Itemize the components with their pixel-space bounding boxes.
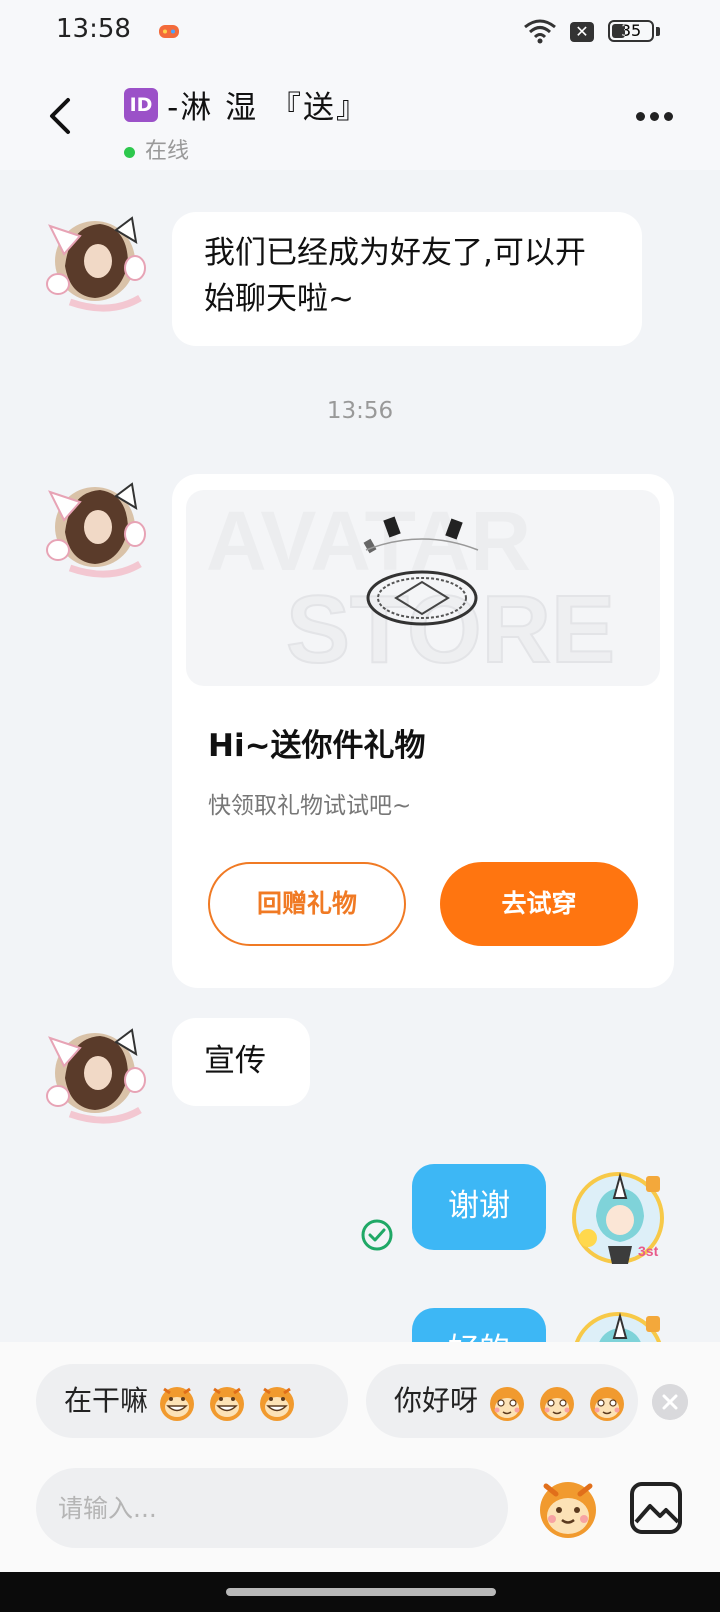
quick-reply-text: 你好呀 [394, 1384, 479, 1417]
message-bubble-sent[interactable]: 谢谢 [412, 1164, 546, 1250]
message-row-partial: 好的 [0, 1290, 720, 1342]
read-check-icon [361, 1219, 393, 1251]
shy-emoji-icon [539, 1386, 575, 1422]
image-icon[interactable] [628, 1480, 684, 1536]
grin-emoji-icon [258, 1385, 296, 1423]
message-bubble-sent[interactable]: 好的 [412, 1308, 546, 1342]
wifi-icon [524, 19, 556, 44]
message-bubble-received[interactable]: 我们已经成为好友了,可以开始聊天啦~ [172, 212, 642, 346]
shy-emoji-icon [589, 1386, 625, 1422]
battery-cap [656, 27, 660, 36]
message-input[interactable] [36, 1468, 508, 1548]
return-gift-button[interactable]: 回赠礼物 [208, 862, 406, 946]
my-avatar[interactable] [568, 1306, 672, 1342]
more-dots-icon[interactable] [636, 106, 682, 126]
composer-panel: 在干嘛 你好呀 [0, 1342, 720, 1572]
quick-reply-chip[interactable]: 在干嘛 [36, 1364, 348, 1438]
message-text: 谢谢 [448, 1188, 510, 1224]
status-bar: 13:58 ✕ 35 [0, 0, 720, 66]
home-indicator[interactable] [226, 1588, 496, 1596]
status-time: 13:58 [56, 14, 131, 44]
online-status: 在线 [124, 133, 369, 165]
chat-header: ID -淋 湿 『送』 在线 [0, 66, 720, 170]
contact-avatar[interactable] [40, 472, 150, 582]
message-text: 宣传 [204, 1043, 266, 1079]
gift-title: Hi~送你件礼物 [208, 728, 426, 764]
contact-avatar[interactable] [40, 1018, 150, 1128]
battery-icon: 35 [608, 20, 654, 42]
id-badge: ID [124, 87, 158, 122]
grin-emoji-icon [208, 1385, 246, 1423]
online-dot-icon [124, 146, 135, 158]
message-text: 好的 [448, 1332, 510, 1342]
gift-card[interactable]: AVATAR STORE Hi~送你件礼物 快领取礼物试试吧~ 回赠礼物 去试穿 [172, 474, 674, 988]
message-timestamp: 13:56 [326, 398, 394, 424]
chat-title: -淋 湿 『送』 [167, 90, 369, 126]
avatar-store-artwork: AVATAR STORE [206, 494, 616, 684]
shy-emoji-icon [489, 1386, 525, 1422]
quick-reply-chip[interactable]: 你好呀 [366, 1364, 638, 1438]
message-bubble-received[interactable]: 宣传 [172, 1018, 310, 1106]
no-sim-icon: ✕ [570, 22, 594, 42]
chat-title-block: ID -淋 湿 『送』 在线 [124, 82, 369, 165]
try-on-button[interactable]: 去试穿 [440, 862, 638, 946]
my-avatar[interactable] [568, 1166, 672, 1270]
message-text: 我们已经成为好友了,可以开始聊天啦~ [204, 235, 586, 317]
game-app-icon [159, 25, 179, 38]
contact-avatar[interactable] [40, 206, 150, 316]
online-status-text: 在线 [145, 139, 190, 164]
battery-level-text: 35 [620, 21, 642, 40]
quick-reply-text: 在干嘛 [64, 1384, 149, 1417]
back-arrow-icon[interactable] [40, 94, 84, 138]
system-nav-bar [0, 1572, 720, 1612]
close-icon[interactable] [652, 1384, 688, 1420]
gift-image-text-2: STORE [286, 576, 615, 683]
grin-emoji-icon [158, 1385, 196, 1423]
gift-image: AVATAR STORE [186, 490, 660, 686]
gift-subtitle: 快领取礼物试试吧~ [208, 793, 412, 819]
sticker-icon[interactable] [532, 1472, 604, 1544]
